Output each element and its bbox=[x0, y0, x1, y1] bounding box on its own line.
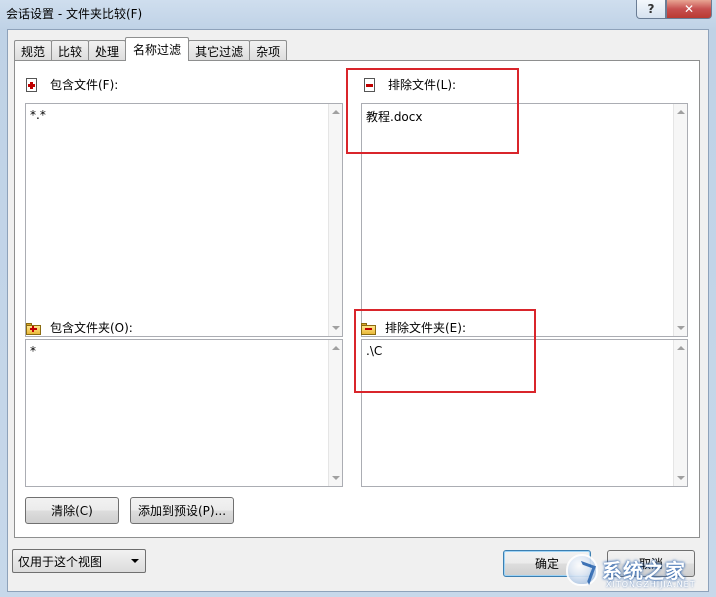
tab-misc[interactable]: 杂项 bbox=[249, 40, 288, 61]
dialog-body: 规范 比较 处理 名称过滤 其它过滤 杂项 包含文件(F): *.* 排除文件(… bbox=[7, 29, 709, 592]
close-button[interactable]: ✕ bbox=[666, 0, 712, 19]
exclude-files-scrollbar[interactable] bbox=[673, 104, 687, 336]
include-files-scrollbar[interactable] bbox=[328, 104, 342, 336]
scope-select-value: 仅用于这个视图 bbox=[18, 554, 103, 569]
add-to-preset-button[interactable]: 添加到预设(P)... bbox=[130, 497, 234, 524]
watermark-logo-icon bbox=[566, 554, 598, 586]
include-files-list[interactable]: *.* bbox=[25, 103, 343, 337]
scroll-up-arrow-icon[interactable] bbox=[677, 346, 685, 350]
title-bar[interactable]: 会话设置 - 文件夹比较(F) ? ✕ bbox=[0, 0, 716, 26]
scroll-up-arrow-icon[interactable] bbox=[677, 110, 685, 114]
watermark-subtext: XITONGZHIJIA.NET bbox=[606, 580, 696, 589]
highlight-exclude-folders bbox=[354, 309, 536, 393]
scope-select[interactable]: 仅用于这个视图 bbox=[12, 549, 146, 573]
include-folders-list[interactable]: * bbox=[25, 339, 343, 487]
window-title: 会话设置 - 文件夹比较(F) bbox=[6, 7, 143, 21]
include-folders-label-text: 包含文件夹(O): bbox=[50, 321, 133, 335]
file-plus-icon bbox=[26, 77, 40, 92]
tab-spec[interactable]: 规范 bbox=[14, 40, 53, 61]
help-button[interactable]: ? bbox=[636, 0, 666, 19]
folder-plus-icon bbox=[26, 321, 41, 335]
scroll-down-arrow-icon[interactable] bbox=[677, 326, 685, 330]
exclude-folders-scrollbar[interactable] bbox=[673, 340, 687, 486]
include-folders-label: 包含文件夹(O): bbox=[26, 319, 133, 336]
dialog-window: 会话设置 - 文件夹比较(F) ? ✕ 规范 比较 处理 名称过滤 其它过滤 杂… bbox=[0, 0, 716, 597]
highlight-exclude-files bbox=[346, 68, 519, 154]
scroll-down-arrow-icon[interactable] bbox=[332, 326, 340, 330]
tab-handling[interactable]: 处理 bbox=[88, 40, 127, 61]
include-files-label: 包含文件(F): bbox=[26, 76, 118, 93]
include-folders-scrollbar[interactable] bbox=[328, 340, 342, 486]
scroll-down-arrow-icon[interactable] bbox=[677, 476, 685, 480]
tab-strip: 规范 比较 处理 名称过滤 其它过滤 杂项 bbox=[14, 37, 288, 61]
include-files-label-text: 包含文件(F): bbox=[50, 78, 119, 92]
site-watermark: 系统之家 XITONGZHIJIA.NET bbox=[566, 552, 716, 597]
name-filters-panel: 包含文件(F): *.* 排除文件(L): 教程.docx 包含文件夹(O): … bbox=[14, 60, 700, 538]
tab-name-filters[interactable]: 名称过滤 bbox=[125, 37, 190, 61]
chevron-down-icon bbox=[131, 559, 139, 563]
scroll-down-arrow-icon[interactable] bbox=[332, 476, 340, 480]
tab-other-filters[interactable]: 其它过滤 bbox=[188, 40, 251, 61]
include-folders-value: * bbox=[30, 344, 36, 358]
tab-compare[interactable]: 比较 bbox=[51, 40, 90, 61]
scroll-up-arrow-icon[interactable] bbox=[332, 346, 340, 350]
scroll-up-arrow-icon[interactable] bbox=[332, 110, 340, 114]
include-files-value: *.* bbox=[30, 108, 46, 122]
clear-button[interactable]: 清除(C) bbox=[25, 497, 119, 524]
